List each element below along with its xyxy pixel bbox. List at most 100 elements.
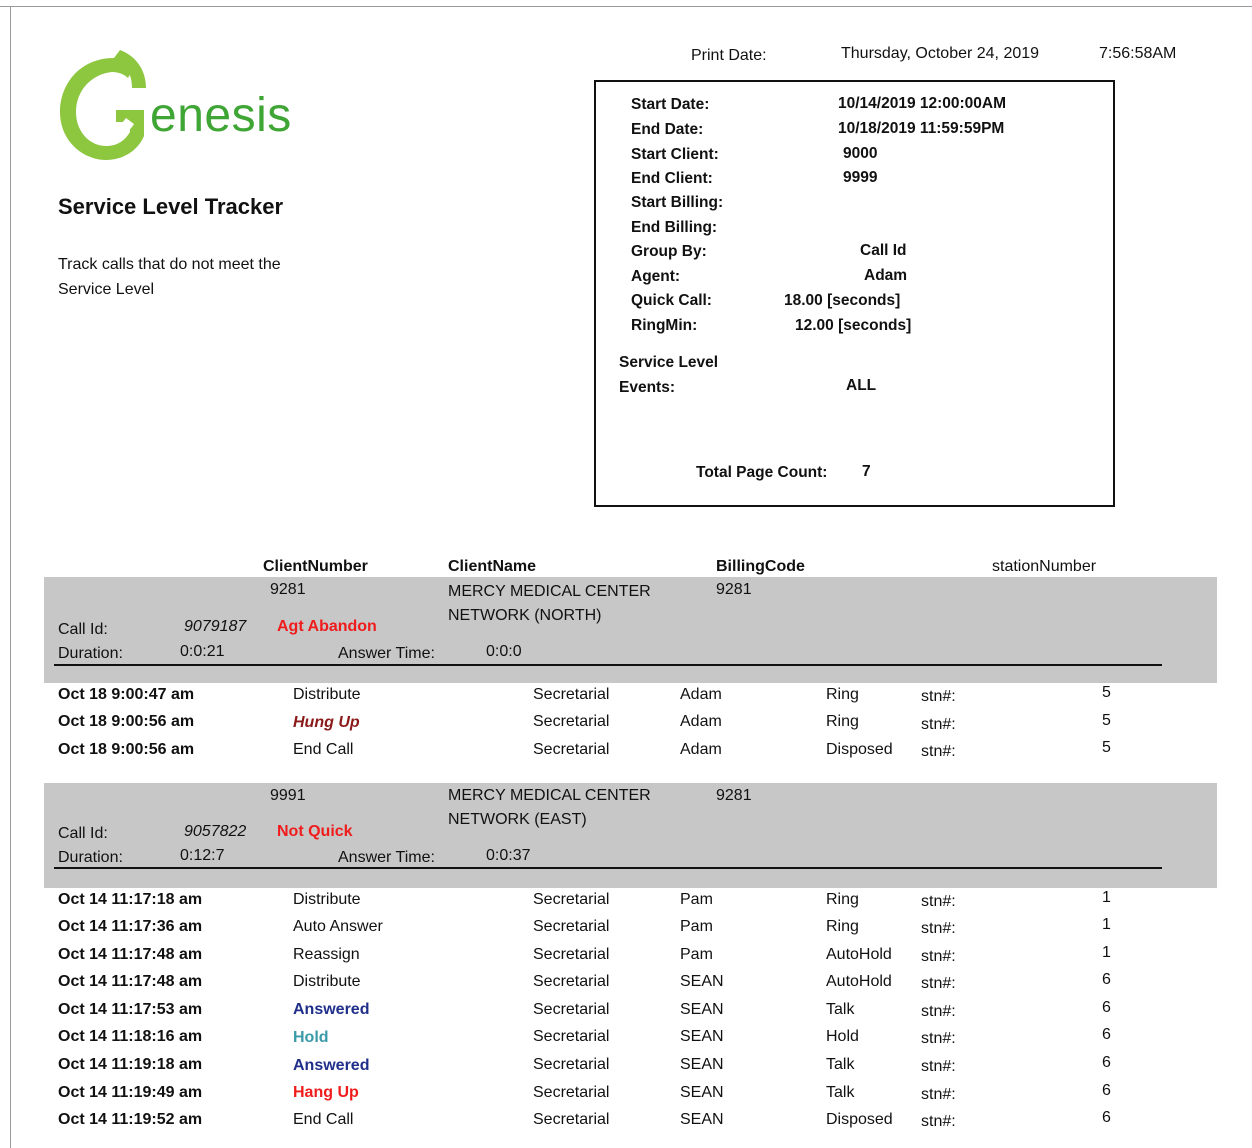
report-description: Track calls that do not meet the Service… [58,256,281,298]
column-header-station-number: stationNumber [992,558,1097,575]
row-state: Ring [826,713,859,730]
client-name: MERCY MEDICAL CENTER [448,583,651,600]
ringmin-value: 12.00 [seconds] [795,317,912,334]
row-stn-label: stn#: [921,716,956,733]
client-name-line2: NETWORK (NORTH) [448,607,602,624]
row-stn-label: stn#: [921,1058,956,1075]
page-border-top [0,6,1252,7]
row-department: Secretarial [533,713,610,730]
row-department: Secretarial [533,1056,610,1073]
row-state: Ring [826,686,859,703]
row-department: Secretarial [533,1084,610,1101]
row-stn-value: 5 [1102,739,1111,756]
row-stn-label: stn#: [921,1030,956,1047]
row-agent: SEAN [680,1111,724,1128]
duration-label: Duration: [58,645,123,662]
row-state: Ring [826,891,859,908]
billing-code: 9281 [716,787,752,804]
agent-label: Agent: [631,268,681,285]
row-event: Answered [293,1001,370,1018]
client-number: 9991 [270,787,306,804]
row-agent: Adam [680,741,722,758]
row-agent: SEAN [680,1001,724,1018]
column-header-billing-code: BillingCode [716,558,805,575]
call-id-label: Call Id: [58,825,108,842]
row-stn-value: 6 [1102,999,1111,1016]
row-datetime: Oct 18 9:00:56 am [58,713,195,730]
start-billing-label: Start Billing: [631,194,724,211]
call-status-badge: Agt Abandon [277,618,377,635]
row-event: Distribute [293,686,361,703]
answer-time-value: 0:0:37 [486,847,531,864]
row-department: Secretarial [533,1001,610,1018]
answer-time-label: Answer Time: [338,645,435,662]
agent-value: Adam [864,267,908,284]
total-page-count-value: 7 [862,463,871,480]
quick-call-value: 18.00 [seconds] [784,292,901,309]
row-state: Hold [826,1028,859,1045]
start-date-label: Start Date: [631,96,710,113]
row-stn-label: stn#: [921,920,956,937]
row-agent: SEAN [680,1084,724,1101]
start-client-label: Start Client: [631,146,719,163]
print-date-value: Thursday, October 24, 2019 [841,45,1040,62]
duration-value: 0:12:7 [180,847,225,864]
row-datetime: Oct 14 11:17:48 am [58,946,203,963]
row-stn-label: stn#: [921,1003,956,1020]
end-client-value: 9999 [843,169,878,186]
row-stn-label: stn#: [921,893,956,910]
row-department: Secretarial [533,918,610,935]
row-event: Hold [293,1029,329,1046]
row-stn-value: 6 [1102,1054,1111,1071]
report-title: Service Level Tracker [58,194,284,219]
row-state: Disposed [826,741,893,758]
events-value: ALL [846,377,877,394]
ringmin-label: RingMin: [631,317,698,334]
call-status-badge: Not Quick [277,823,353,840]
row-datetime: Oct 18 9:00:47 am [58,686,195,703]
group-by-label: Group By: [631,243,707,260]
column-header-client-number: ClientNumber [263,558,368,575]
row-state: Talk [826,1056,855,1073]
row-state: AutoHold [826,946,892,963]
end-date-value: 10/18/2019 11:59:59PM [838,120,1005,137]
genesis-logo: enesis [58,50,318,165]
row-datetime: Oct 14 11:19:52 am [58,1111,203,1128]
row-event: Reassign [293,946,360,963]
answer-time-value: 0:0:0 [486,643,522,660]
print-date-label: Print Date: [691,47,767,64]
row-datetime: Oct 14 11:17:48 am [58,973,203,990]
row-stn-value: 6 [1102,1109,1111,1126]
row-stn-value: 1 [1102,944,1111,961]
row-agent: Pam [680,946,713,963]
row-agent: Adam [680,713,722,730]
row-stn-value: 6 [1102,1082,1111,1099]
row-state: Disposed [826,1111,893,1128]
duration-value: 0:0:21 [180,643,225,660]
answer-time-label: Answer Time: [338,849,435,866]
row-event: Distribute [293,973,361,990]
end-date-label: End Date: [631,121,704,138]
end-billing-label: End Billing: [631,219,718,236]
client-name-line2: NETWORK (EAST) [448,811,587,828]
row-stn-label: stn#: [921,948,956,965]
row-event: Hung Up [293,714,360,731]
row-event: Distribute [293,891,361,908]
row-state: AutoHold [826,973,892,990]
row-department: Secretarial [533,946,610,963]
print-time-value: 7:56:58AM [1099,45,1177,62]
row-department: Secretarial [533,891,610,908]
row-datetime: Oct 14 11:19:49 am [58,1084,203,1101]
row-event: Auto Answer [293,918,383,935]
row-agent: SEAN [680,1056,724,1073]
row-stn-label: stn#: [921,1086,956,1103]
client-number: 9281 [270,581,306,598]
row-stn-label: stn#: [921,743,956,760]
row-datetime: Oct 14 11:17:36 am [58,918,203,935]
row-event: End Call [293,741,354,758]
total-page-count-label: Total Page Count: [696,464,828,481]
call-id-value: 9057822 [184,823,247,840]
row-state: Talk [826,1001,855,1018]
page-border-left [10,6,11,1148]
row-stn-label: stn#: [921,1113,956,1130]
